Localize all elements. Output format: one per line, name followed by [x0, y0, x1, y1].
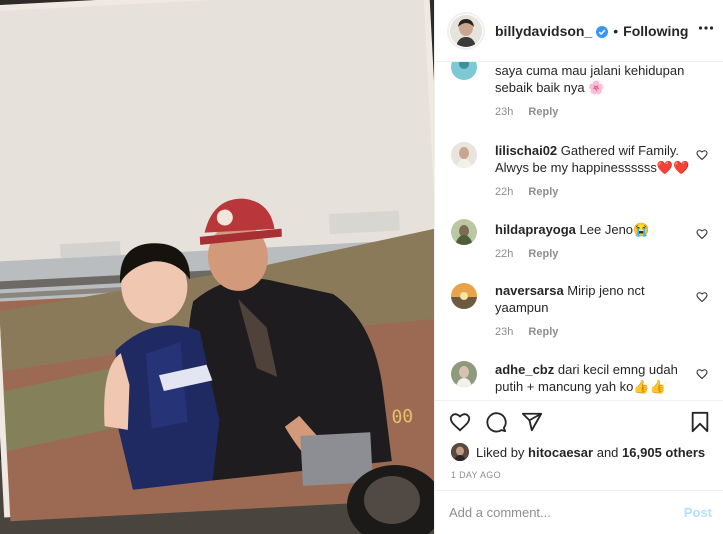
author-avatar-image [450, 14, 482, 47]
comment-time: 23h [495, 106, 514, 118]
verified-badge-icon [596, 25, 609, 38]
comment-text: lilischai02 Gathered wif Family. Alwys b… [495, 142, 693, 176]
comment-text: naversarsa Mirip jeno nct yaampun [495, 282, 693, 316]
comment-username[interactable]: hildaprayoga [495, 222, 576, 237]
comment-meta: 23h Reply [495, 106, 558, 118]
comment-username[interactable]: adhe_cbz [495, 362, 554, 377]
comment-username[interactable]: lilischai02 [495, 143, 557, 158]
comment-time: 22h [495, 248, 514, 260]
comment-avatar[interactable] [451, 283, 477, 309]
post-side-panel: billydavidson_ • Following saya cuma mau… [434, 0, 723, 534]
bookmark-icon[interactable] [690, 411, 710, 438]
header-separator: • [613, 22, 619, 39]
post-photo: 00 [0, 0, 434, 534]
post-header: billydavidson_ • Following [435, 0, 723, 62]
author-avatar[interactable] [447, 11, 485, 50]
liker-avatar[interactable] [451, 443, 469, 461]
likes-and: and [596, 444, 619, 460]
heart-icon[interactable] [449, 411, 471, 438]
comment-meta: 22h Reply [495, 186, 558, 198]
photo-date-stamp: 00 [391, 406, 414, 428]
comment-avatar[interactable] [451, 219, 477, 245]
comment-like-heart-icon[interactable] [696, 290, 708, 308]
more-options-icon[interactable] [698, 20, 714, 41]
comment-avatar[interactable] [451, 62, 477, 80]
likes-prefix: Liked by [476, 444, 525, 460]
reply-button[interactable]: Reply [528, 326, 558, 338]
likes-summary: Liked by hitocaesar and 16,905 others [451, 443, 705, 461]
comment-icon[interactable] [485, 411, 507, 438]
comment-input[interactable] [449, 505, 684, 520]
reply-button[interactable]: Reply [528, 248, 558, 260]
comment-time: 22h [495, 186, 514, 198]
comment-meta: 22h Reply [495, 248, 558, 260]
share-icon[interactable] [521, 411, 543, 438]
author-username[interactable]: billydavidson_ [495, 23, 592, 39]
comments-list: saya cuma mau jalani kehidupan sebaik ba… [435, 62, 723, 400]
comment-text: hildaprayoga Lee Jeno😭 [495, 221, 693, 238]
comment-avatar[interactable] [451, 361, 477, 387]
reply-button[interactable]: Reply [528, 106, 558, 118]
comment-username[interactable]: naversarsa [495, 283, 564, 298]
comment-content: Lee Jeno😭 [579, 222, 650, 237]
reply-button[interactable]: Reply [528, 186, 558, 198]
likes-count[interactable]: 16,905 others [622, 445, 705, 460]
comment-like-heart-icon[interactable] [696, 148, 708, 166]
family-photo-illustration: 00 [0, 0, 434, 534]
comment-like-heart-icon[interactable] [696, 227, 708, 245]
comment-text: adhe_cbz dari kecil emng udah putih + ma… [495, 361, 693, 395]
liker-username[interactable]: hitocaesar [528, 445, 593, 460]
post-time-ago[interactable]: 1 DAY AGO [451, 470, 501, 480]
comment-meta: 23h Reply [495, 326, 558, 338]
post-actions: Liked by hitocaesar and 16,905 others 1 … [435, 400, 723, 490]
add-comment-bar: Post [435, 490, 723, 534]
following-button[interactable]: Following [623, 23, 688, 39]
comment-text: saya cuma mau jalani kehidupan sebaik ba… [495, 63, 685, 95]
post-comment-button[interactable]: Post [684, 505, 712, 520]
comment-avatar[interactable] [451, 142, 477, 168]
comment-time: 23h [495, 326, 514, 338]
comment-like-heart-icon[interactable] [696, 367, 708, 385]
